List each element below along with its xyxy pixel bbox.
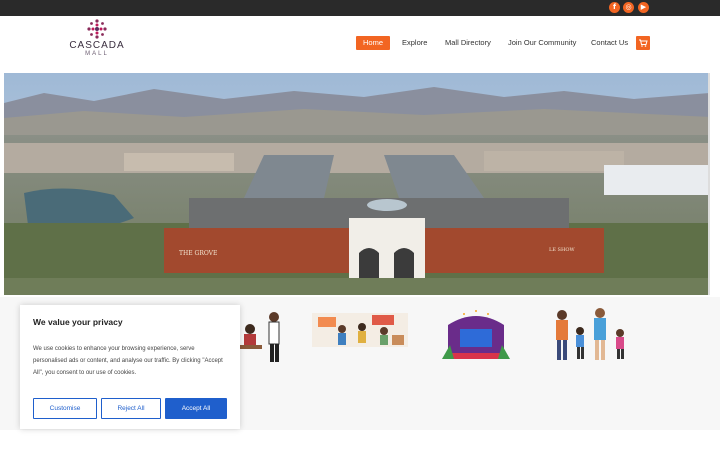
cookie-title: We value your privacy: [33, 317, 123, 327]
youtube-icon[interactable]: ▶: [638, 2, 649, 13]
customise-button[interactable]: Customise: [33, 398, 97, 419]
family-illustration: [556, 308, 624, 360]
nav-mall-directory[interactable]: Mall Directory: [445, 36, 491, 50]
market-illustration: [312, 313, 408, 347]
dining-illustration: [240, 312, 280, 362]
site-logo[interactable]: CASCADA MALL: [68, 18, 126, 60]
reject-all-button[interactable]: Reject All: [101, 398, 161, 419]
cinema-illustration: [442, 310, 510, 359]
nav-home[interactable]: Home: [356, 36, 391, 50]
brand-name: CASCADA: [69, 40, 125, 51]
logo-mark-icon: [87, 19, 107, 39]
mall-aerial-image: THE GROVE LE SHOW: [4, 73, 708, 295]
cookie-description: We use cookies to enhance your browsing …: [33, 346, 223, 376]
top-bar: f ◎ ▶: [0, 0, 720, 16]
cart-button[interactable]: [636, 36, 650, 50]
instagram-icon[interactable]: ◎: [623, 2, 634, 13]
cookie-consent-banner: We value your privacy We use cookies to …: [20, 305, 240, 429]
nav-contact-us[interactable]: Contact Us: [591, 36, 628, 50]
hero-mall-photo: THE GROVE LE SHOW: [4, 73, 710, 295]
facebook-icon[interactable]: f: [609, 2, 620, 13]
hero-sign-left: THE GROVE: [179, 250, 217, 257]
accept-all-button[interactable]: Accept All: [165, 398, 227, 419]
cart-icon: [639, 39, 648, 47]
nav-join-community[interactable]: Join Our Community: [508, 36, 576, 50]
nav-explore[interactable]: Explore: [402, 36, 427, 50]
hero-sign-right: LE SHOW: [549, 247, 575, 253]
brand-subtitle: MALL: [85, 51, 109, 57]
